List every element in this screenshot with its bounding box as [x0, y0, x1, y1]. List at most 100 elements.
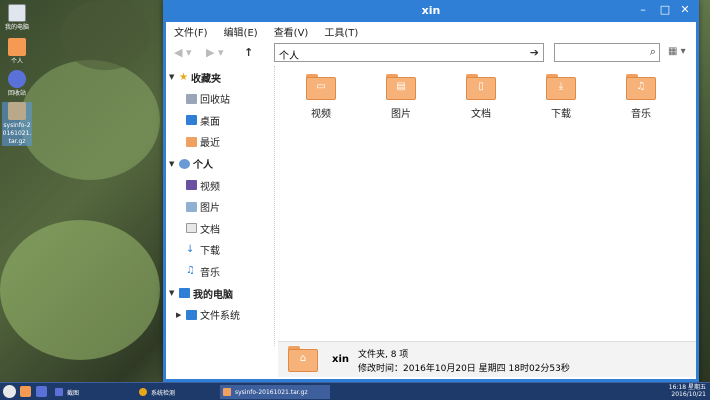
document-folder-icon: ▯: [466, 74, 496, 100]
titlebar[interactable]: xin – □ ✕: [166, 0, 696, 22]
search-input[interactable]: ⌕: [554, 43, 660, 62]
task-screenshot[interactable]: 截图: [52, 385, 132, 399]
system-clock[interactable]: 16:18 星期五 2016/10/21: [669, 384, 706, 398]
folder-item-documents[interactable]: ▯ 文档: [456, 74, 506, 120]
status-modified-time: 修改时间：2016年10月20日 星期四 18时02分53秒: [358, 364, 570, 374]
folder-view: ▭ 视频 ▤ 图片 ▯ 文档 ⤓ 下载 ♫ 音乐: [278, 66, 696, 346]
sidebar-splitter[interactable]: [274, 66, 277, 346]
sidebar-item-pictures[interactable]: 图片: [166, 196, 274, 218]
desktop-icon-label: sysinfo-20161021.tar.gz: [2, 122, 32, 145]
home-icon: [8, 38, 26, 56]
maximize-icon[interactable]: □: [658, 3, 672, 17]
wallpaper-shadow: [60, 0, 150, 70]
star-icon: ★: [179, 71, 188, 83]
search-icon[interactable]: ⌕: [650, 45, 656, 59]
desktop-icon-label: 我的电脑: [4, 24, 29, 31]
task-label: sysinfo-20161021.tar.gz: [235, 388, 308, 396]
sidebar-section-computer[interactable]: ▼ 我的电脑: [166, 282, 274, 304]
computer-icon: [179, 288, 190, 298]
trash-icon: [186, 93, 197, 104]
sidebar-item-label: 音乐: [200, 267, 220, 279]
video-folder-icon: ▭: [306, 74, 336, 100]
expand-arrow-icon[interactable]: ▼: [169, 289, 179, 297]
folder-label: 下载: [551, 109, 571, 120]
up-icon[interactable]: ↑: [244, 46, 253, 59]
clock-time: 16:18 星期五: [668, 384, 706, 391]
wallpaper-leaf: [20, 60, 160, 180]
home-folder-icon: ⌂: [288, 346, 318, 372]
download-icon: ↓: [186, 243, 195, 255]
sidebar-item-label: 桌面: [200, 116, 220, 128]
start-menu-icon[interactable]: [3, 385, 16, 398]
toolbar: ◀ ▾ ▶ ▾ ↑ 个人 ➔ ⌕ ▦ ▾: [166, 40, 696, 66]
music-icon: ♫: [186, 265, 195, 277]
browser-launcher-icon[interactable]: [36, 386, 47, 397]
system-check-icon: [139, 388, 147, 396]
sidebar-item-recent[interactable]: 最近: [166, 131, 274, 153]
forward-icon[interactable]: ▶ ▾: [206, 46, 223, 59]
sidebar-item-downloads[interactable]: ↓ 下载: [166, 239, 274, 261]
menu-file[interactable]: 文件(F): [174, 24, 208, 39]
sidebar-item-label: 视频: [200, 181, 220, 193]
drive-icon: [186, 309, 197, 320]
go-arrow-icon[interactable]: ➔: [530, 46, 539, 59]
sidebar-item-desktop[interactable]: 桌面: [166, 110, 274, 132]
menu-edit[interactable]: 编辑(E): [224, 24, 258, 39]
expand-arrow-icon[interactable]: ▼: [169, 160, 179, 168]
folder-item-downloads[interactable]: ⤓ 下载: [536, 74, 586, 120]
folder-item-pictures[interactable]: ▤ 图片: [376, 74, 426, 120]
expand-arrow-icon[interactable]: ▶: [176, 311, 186, 319]
folder-item-music[interactable]: ♫ 音乐: [616, 74, 666, 120]
trash-icon: [8, 70, 26, 88]
sidebar-item-label: 回收站: [200, 95, 230, 107]
task-archive[interactable]: sysinfo-20161021.tar.gz: [220, 385, 330, 399]
task-system-check[interactable]: 系统检测: [136, 385, 216, 399]
folder-label: 音乐: [631, 109, 651, 120]
status-folder-name: xin: [332, 354, 349, 365]
sidebar-item-videos[interactable]: 视频: [166, 175, 274, 197]
task-label: 截图: [67, 389, 80, 397]
menu-tools[interactable]: 工具(T): [324, 24, 358, 39]
desktop-icon-archive[interactable]: sysinfo-20161021.tar.gz: [2, 102, 32, 146]
document-icon: [186, 223, 197, 234]
minimize-icon[interactable]: –: [636, 3, 650, 17]
sidebar-section-label: 我的电脑: [193, 289, 233, 301]
music-folder-icon: ♫: [626, 74, 656, 100]
status-bar: ⌂ xin 文件夹, 8 项 修改时间：2016年10月20日 星期四 18时0…: [278, 341, 696, 377]
sidebar-section-favorites[interactable]: ▼ ★ 收藏夹: [166, 66, 274, 88]
archive-icon: [223, 388, 231, 396]
home-launcher-icon[interactable]: [20, 386, 31, 397]
sidebar-item-label: 文件系统: [200, 311, 240, 323]
status-item-count: 文件夹, 8 项: [358, 350, 409, 360]
sidebar-item-label: 下载: [200, 246, 220, 258]
sidebar-item-label: 最近: [200, 138, 220, 150]
desktop-icon-trash[interactable]: 回收站: [2, 70, 32, 98]
sidebar-item-trash[interactable]: 回收站: [166, 88, 274, 110]
folder-item-videos[interactable]: ▭ 视频: [296, 74, 346, 120]
clock-date: 2016/10/21: [671, 391, 706, 398]
close-icon[interactable]: ✕: [678, 3, 692, 17]
taskbar: 截图 系统检测 sysinfo-20161021.tar.gz 16:18 星期…: [0, 382, 710, 400]
picture-icon: [186, 201, 197, 212]
desktop-icon-label: 个人: [10, 58, 23, 65]
sidebar-item-music[interactable]: ♫ 音乐: [166, 261, 274, 283]
expand-arrow-icon[interactable]: ▼: [169, 73, 179, 81]
desktop-icon-computer[interactable]: 我的电脑: [2, 4, 32, 32]
sidebar: ▼ ★ 收藏夹 回收站 桌面 最近 ▼ 个人 视频 图片 文档 ↓ 下载 ♫ 音…: [166, 66, 274, 366]
view-mode-icon[interactable]: ▦ ▾: [668, 46, 686, 57]
back-icon[interactable]: ◀ ▾: [174, 46, 191, 59]
menu-view[interactable]: 查看(V): [274, 24, 309, 39]
screenshot-icon: [55, 388, 63, 396]
user-icon: [179, 158, 190, 169]
sidebar-item-label: 图片: [200, 203, 220, 215]
sidebar-item-filesystem[interactable]: ▶ 文件系统: [166, 304, 274, 326]
sidebar-item-label: 文档: [200, 224, 220, 236]
sidebar-section-personal[interactable]: ▼ 个人: [166, 153, 274, 175]
desktop-icon-home[interactable]: 个人: [2, 38, 32, 66]
archive-icon: [8, 102, 26, 120]
picture-folder-icon: ▤: [386, 74, 416, 100]
sidebar-item-documents[interactable]: 文档: [166, 218, 274, 240]
address-bar[interactable]: 个人 ➔: [274, 43, 544, 62]
sidebar-section-label: 个人: [193, 160, 213, 171]
file-manager-window: xin – □ ✕ 文件(F) 编辑(E) 查看(V) 工具(T) ◀ ▾ ▶ …: [163, 0, 699, 382]
